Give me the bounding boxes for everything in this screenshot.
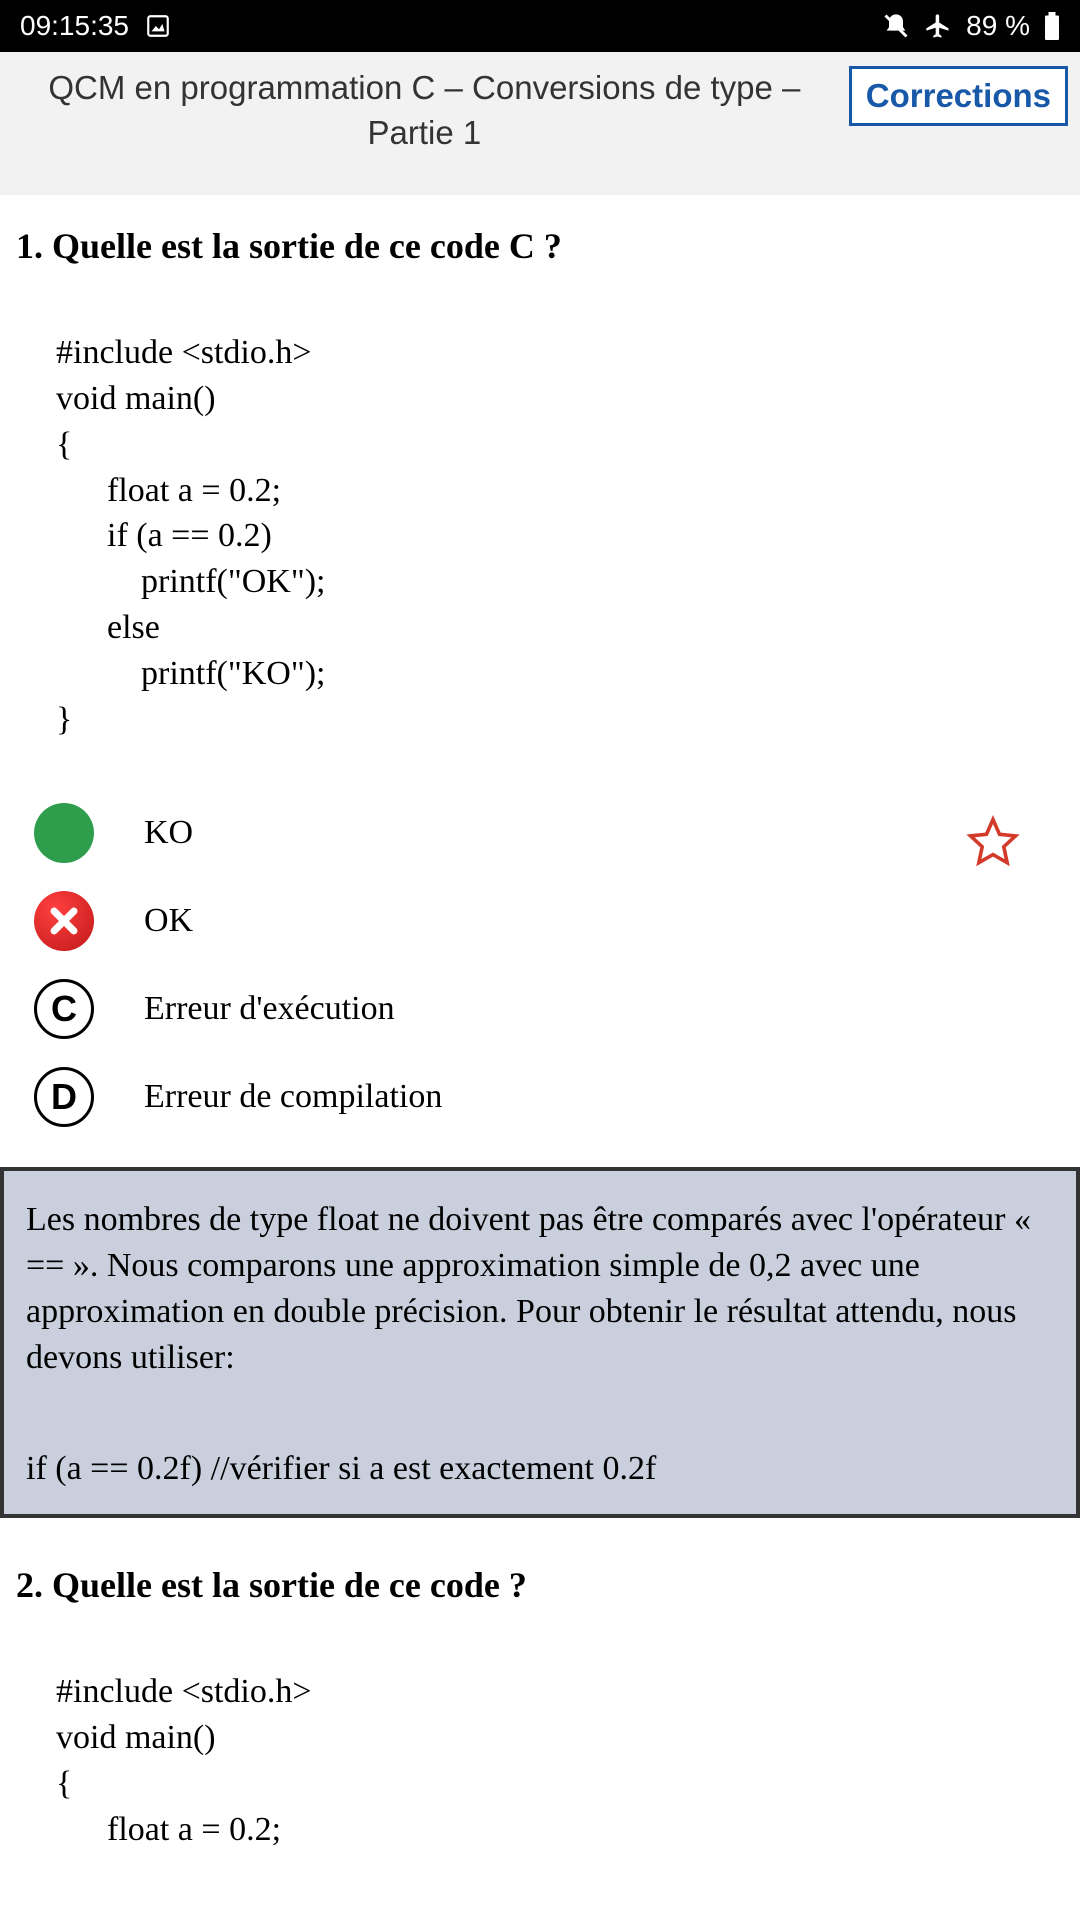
battery-percent: 89 %	[966, 10, 1030, 42]
answer-d-text: Erreur de compilation	[144, 1078, 442, 1116]
question-2-title: 2. Quelle est la sortie de ce code ?	[16, 1562, 1064, 1609]
bell-off-icon	[882, 12, 910, 40]
answer-c-text: Erreur d'exécution	[144, 990, 395, 1028]
question-1-code: #include <stdio.h> void main() { float a…	[56, 330, 1064, 743]
wrong-icon	[34, 891, 94, 951]
answer-a[interactable]: KO	[16, 803, 1064, 863]
status-left: 09:15:35	[20, 10, 171, 42]
answer-c[interactable]: C Erreur d'exécution	[16, 979, 1064, 1039]
question-2: 2. Quelle est la sortie de ce code ? #in…	[0, 1562, 1080, 1852]
answer-b[interactable]: OK	[16, 891, 1064, 951]
answer-d-marker: D	[34, 1067, 94, 1127]
explanation-code: if (a == 0.2f) //vérifier si a est exact…	[26, 1450, 1054, 1488]
corrections-button[interactable]: Corrections	[849, 66, 1068, 126]
explanation-box: Les nombres de type float ne doivent pas…	[0, 1167, 1080, 1519]
answers-list: KO OK C Erreur d'exécution D Erreur de c…	[16, 803, 1064, 1127]
explanation-text: Les nombres de type float ne doivent pas…	[26, 1197, 1054, 1381]
favorite-button[interactable]	[966, 815, 1020, 874]
answer-c-marker: C	[34, 979, 94, 1039]
question-1-title: 1. Quelle est la sortie de ce code C ?	[16, 223, 1064, 270]
question-1: 1. Quelle est la sortie de ce code C ? #…	[0, 195, 1080, 1127]
answer-d[interactable]: D Erreur de compilation	[16, 1067, 1064, 1127]
answer-b-text: OK	[144, 902, 193, 940]
status-bar: 09:15:35 89 %	[0, 0, 1080, 52]
status-time: 09:15:35	[20, 10, 129, 42]
question-2-code: #include <stdio.h> void main() { float a…	[56, 1669, 1064, 1853]
battery-icon	[1044, 12, 1060, 40]
correct-icon	[34, 803, 94, 863]
airplane-icon	[924, 12, 952, 40]
answer-a-text: KO	[144, 814, 193, 852]
image-icon	[145, 13, 171, 39]
page-header: QCM en programmation C – Conversions de …	[0, 52, 1080, 195]
status-right: 89 %	[882, 10, 1060, 42]
page-title: QCM en programmation C – Conversions de …	[12, 66, 837, 155]
